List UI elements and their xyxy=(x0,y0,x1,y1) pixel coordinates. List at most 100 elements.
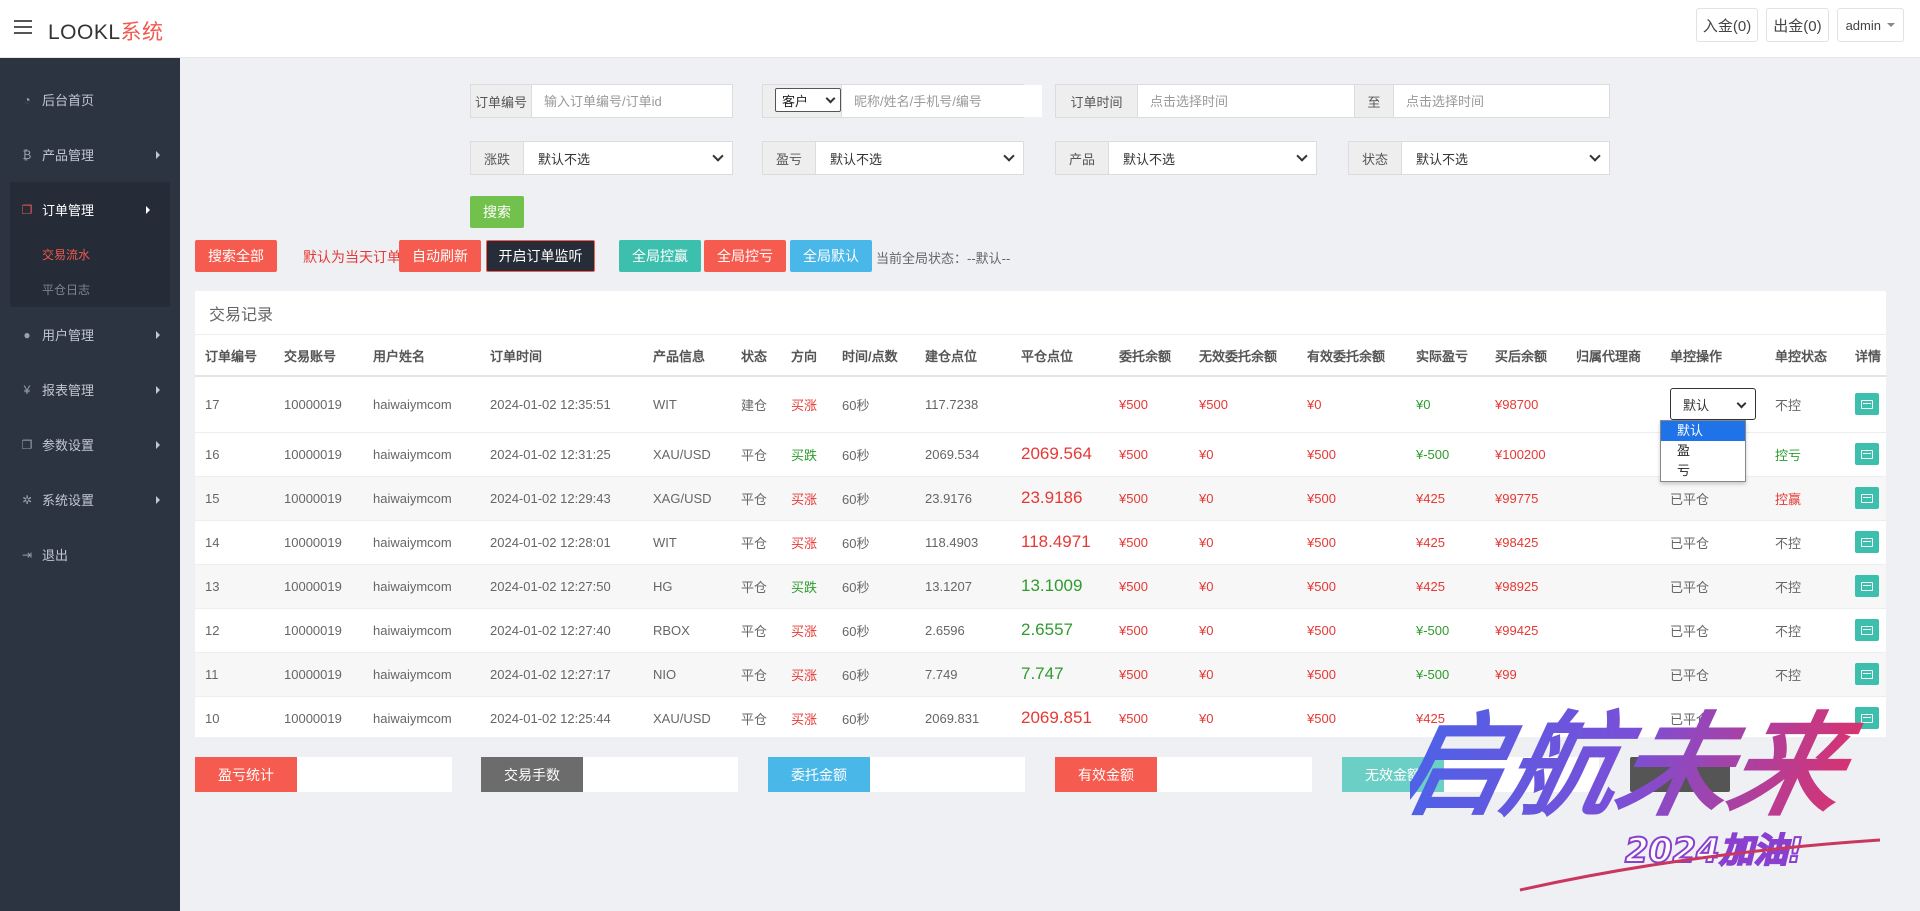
cell-time: 2024-01-02 12:31:25 xyxy=(480,432,643,477)
withdraw-button[interactable]: 出金(0) xyxy=(1766,8,1829,42)
summary-fees-label: 交易手数 xyxy=(481,757,583,792)
cell-duration: 60秒 xyxy=(832,476,915,521)
status-field: 状态 默认不选 xyxy=(1348,141,1610,175)
cell-direction: 买涨 xyxy=(781,696,832,741)
cell-duration: 60秒 xyxy=(832,520,915,565)
cell-valid-amount: ¥500 xyxy=(1297,696,1406,741)
col-header: 有效委托余额 xyxy=(1297,335,1406,377)
auto-refresh-button[interactable]: 自动刷新 xyxy=(399,240,481,272)
cell-detail xyxy=(1845,476,1886,521)
watermark-sub-text: 2024加油! xyxy=(1625,831,1803,871)
cell-invalid-amount: ¥500 xyxy=(1189,376,1297,433)
detail-icon[interactable] xyxy=(1855,575,1879,597)
cell-detail xyxy=(1845,520,1886,565)
deposit-button[interactable]: 入金(0) xyxy=(1695,8,1759,42)
sidebar-item-users[interactable]: ● 用户管理 xyxy=(0,307,180,362)
search-all-button[interactable]: 搜索全部 xyxy=(195,240,277,272)
customer-type-wrap: 客户 xyxy=(763,85,842,117)
caret-down-icon xyxy=(1887,23,1895,27)
cell-direction: 买涨 xyxy=(781,608,832,653)
status-select[interactable]: 默认不选 xyxy=(1402,142,1609,174)
cell-open-price: 23.9176 xyxy=(915,476,1011,521)
customer-input[interactable] xyxy=(842,85,1042,117)
cell-control-status: 不控 xyxy=(1765,520,1845,565)
cell-id: 17 xyxy=(195,376,274,433)
sidebar-subitem-close-log[interactable]: 平仓日志 xyxy=(10,272,170,307)
cell-name: haiwaiymcom xyxy=(363,376,480,433)
global-win-button[interactable]: 全局控赢 xyxy=(619,240,701,272)
control-select[interactable]: 默认 xyxy=(1670,388,1756,421)
pnl-select[interactable]: 默认不选 xyxy=(816,142,1023,174)
cell-time: 2024-01-02 12:29:43 xyxy=(480,476,643,521)
search-button[interactable]: 搜索 xyxy=(470,196,524,228)
sidebar-item-reports[interactable]: ¥ 报表管理 xyxy=(0,362,180,417)
global-default-button[interactable]: 全局默认 xyxy=(790,240,872,272)
detail-icon[interactable] xyxy=(1855,531,1879,553)
menu-toggle-icon[interactable] xyxy=(14,20,32,34)
col-header: 方向 xyxy=(781,335,832,377)
cell-open-price: 2069.831 xyxy=(915,696,1011,741)
type-select[interactable]: 默认不选 xyxy=(524,142,732,174)
cell-valid-amount: ¥500 xyxy=(1297,564,1406,609)
cell-direction: 买涨 xyxy=(781,376,832,433)
cell-close-price xyxy=(1011,376,1109,433)
cell-valid-amount: ¥500 xyxy=(1297,476,1406,521)
detail-icon[interactable] xyxy=(1855,663,1879,685)
cell-control-op: 已平仓 xyxy=(1660,652,1765,697)
col-header: 实际盈亏 xyxy=(1406,335,1485,377)
dropdown-option-lose[interactable]: 亏 xyxy=(1661,461,1745,481)
detail-icon[interactable] xyxy=(1855,393,1879,416)
cell-status: 平仓 xyxy=(731,608,781,653)
time-end-input[interactable] xyxy=(1394,85,1609,117)
product-select[interactable]: 默认不选 xyxy=(1109,142,1316,174)
cell-amount: ¥500 xyxy=(1109,376,1189,433)
chevron-down-icon xyxy=(1736,398,1747,409)
table-row: 13 10000019 haiwaiymcom 2024-01-02 12:27… xyxy=(195,564,1886,609)
cell-control-status: 不控 xyxy=(1765,652,1845,697)
summary-fees: 交易手数 xyxy=(481,757,738,792)
sidebar-item-system[interactable]: ✲ 系统设置 xyxy=(0,472,180,527)
sidebar-item-logout[interactable]: ⇥ 退出 xyxy=(0,527,180,582)
summary-invalid: 无效金额 xyxy=(1342,757,1599,792)
cell-time: 2024-01-02 12:27:40 xyxy=(480,608,643,653)
detail-icon[interactable] xyxy=(1855,443,1879,465)
dropdown-option-default[interactable]: 默认 xyxy=(1661,421,1745,441)
global-lose-button[interactable]: 全局控亏 xyxy=(704,240,786,272)
sidebar-item-params[interactable]: ❐ 参数设置 xyxy=(0,417,180,472)
sidebar-subitem-trades[interactable]: 交易流水 xyxy=(10,237,170,272)
cell-time: 2024-01-02 12:28:01 xyxy=(480,520,643,565)
order-no-input[interactable] xyxy=(532,85,732,117)
cell-detail xyxy=(1845,608,1886,653)
cell-id: 12 xyxy=(195,608,274,653)
detail-icon[interactable] xyxy=(1855,487,1879,509)
sidebar-item-home[interactable]: ◔ 后台首页 xyxy=(0,72,180,127)
detail-icon[interactable] xyxy=(1855,619,1879,641)
col-header: 归属代理商 xyxy=(1566,335,1660,377)
open-monitor-button[interactable]: 开启订单监听 xyxy=(486,240,595,272)
cell-account: 10000019 xyxy=(274,652,363,697)
cell-status: 平仓 xyxy=(731,432,781,477)
cell-amount: ¥500 xyxy=(1109,608,1189,653)
sidebar: ◔ 后台首页 ₿ 产品管理 ❐ 订单管理 交易流水 平仓日志 ● 用户管理 ¥ 报表管理 … xyxy=(0,58,180,911)
table-row: 14 10000019 haiwaiymcom 2024-01-02 12:28… xyxy=(195,520,1886,565)
user-menu[interactable]: admin xyxy=(1836,8,1904,42)
cell-status: 平仓 xyxy=(731,520,781,565)
detail-icon[interactable] xyxy=(1855,707,1879,729)
cell-duration: 60秒 xyxy=(832,564,915,609)
cell-time: 2024-01-02 12:27:17 xyxy=(480,652,643,697)
cell-balance xyxy=(1485,696,1566,741)
cell-name: haiwaiymcom xyxy=(363,476,480,521)
customer-type-select[interactable]: 客户 xyxy=(775,88,841,112)
sidebar-item-products[interactable]: ₿ 产品管理 xyxy=(0,127,180,182)
trade-table: 订单编号 交易账号 用户姓名 订单时间 产品信息 状态 方向 时间/点数 建仓点… xyxy=(195,335,1886,741)
order-no-label: 订单编号 xyxy=(471,85,532,117)
dropdown-option-win[interactable]: 盈 xyxy=(1661,441,1745,461)
cell-agent xyxy=(1566,652,1660,697)
time-start-input[interactable] xyxy=(1138,85,1354,117)
sidebar-item-orders[interactable]: ❐ 订单管理 xyxy=(10,182,170,237)
cell-time: 2024-01-02 12:25:44 xyxy=(480,696,643,741)
cell-pnl: ¥-500 xyxy=(1406,608,1485,653)
cell-open-price: 2069.534 xyxy=(915,432,1011,477)
caret-right-icon xyxy=(146,206,150,214)
cell-detail xyxy=(1845,564,1886,609)
